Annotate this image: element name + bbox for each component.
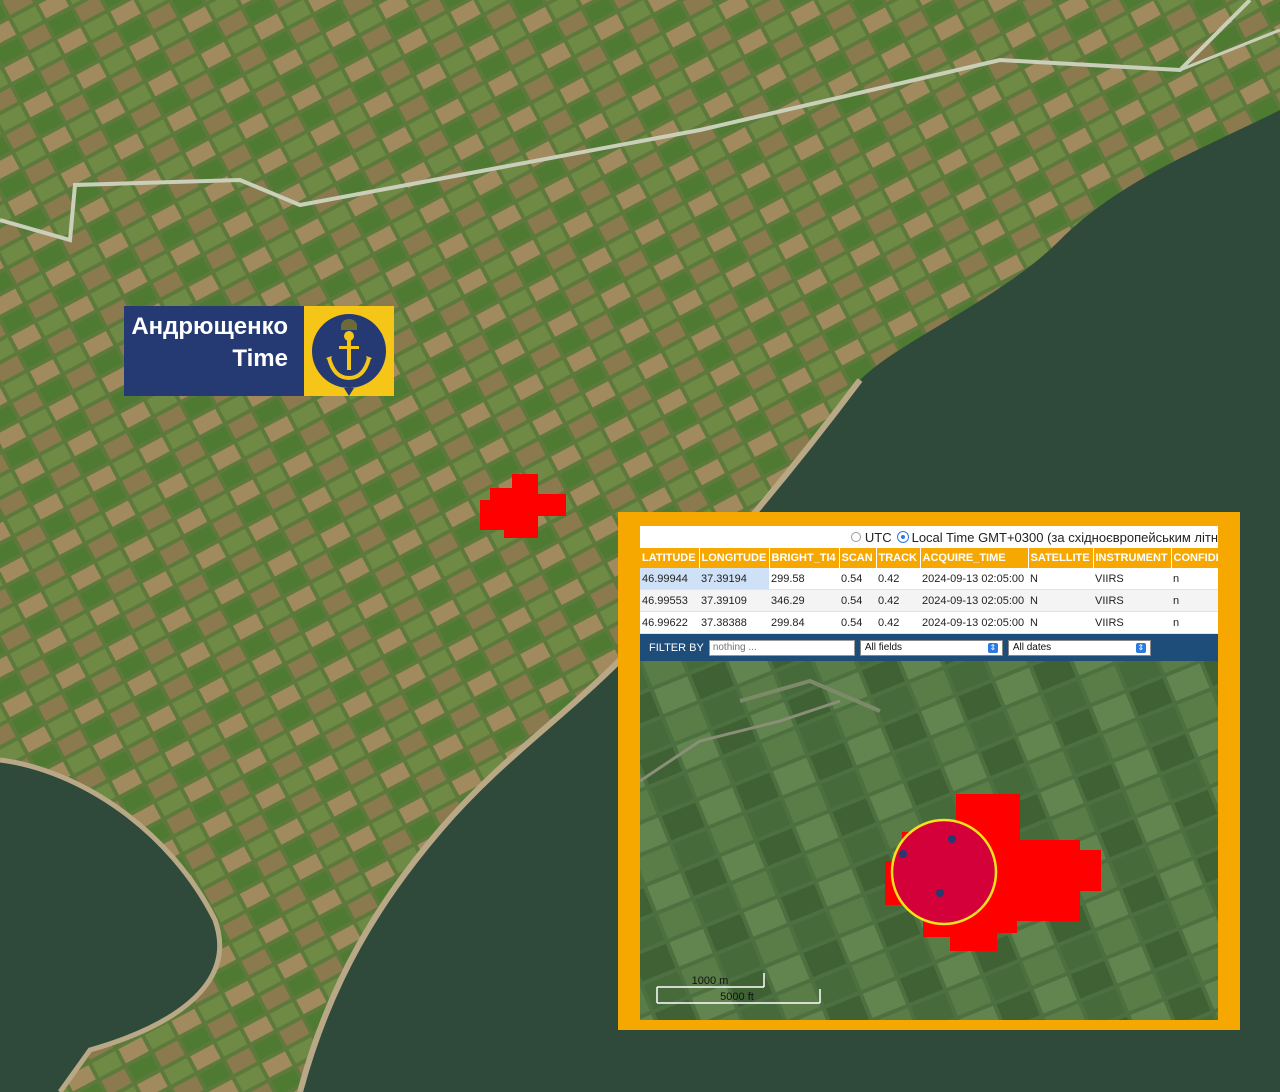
- table-cell: N: [1028, 611, 1093, 634]
- table-cell: n: [1171, 568, 1218, 590]
- anchor-helmet-icon: [304, 306, 394, 396]
- table-row[interactable]: 46.99944 37.39194 299.58 0.54 0.42 2024-…: [640, 568, 1218, 590]
- column-header[interactable]: TRACK: [876, 548, 921, 568]
- table-cell: 0.54: [839, 589, 876, 612]
- column-header[interactable]: INSTRUMENT: [1093, 548, 1172, 568]
- table-cell: n: [1171, 589, 1218, 612]
- table-cell: N: [1028, 589, 1093, 612]
- filter-input[interactable]: [708, 639, 855, 656]
- table-cell: VIIRS: [1093, 589, 1171, 612]
- table-cell: N: [1028, 568, 1093, 590]
- fields-select[interactable]: All fields ⇕: [859, 639, 1003, 656]
- dates-select[interactable]: All dates ⇕: [1007, 639, 1151, 656]
- fire-point: [948, 835, 956, 843]
- utc-radio[interactable]: [850, 532, 861, 542]
- table-cell: VIIRS: [1093, 611, 1171, 634]
- utc-label: UTC: [864, 529, 892, 545]
- table-cell: 37.38388: [699, 611, 769, 634]
- table-cell: 0.42: [876, 568, 920, 590]
- table-row[interactable]: 46.99553 37.39109 346.29 0.54 0.42 2024-…: [640, 589, 1218, 612]
- inset-satellite-map[interactable]: 1000 m 5000 ft: [640, 661, 1218, 1020]
- column-header[interactable]: CONFIDE: [1171, 548, 1218, 568]
- fields-select-value: All fields: [864, 642, 903, 653]
- brand-line-2: Time: [232, 345, 288, 372]
- table-cell: VIIRS: [1093, 568, 1171, 590]
- table-cell: 2024-09-13 02:05:00: [920, 611, 1028, 634]
- table-cell: n: [1171, 611, 1218, 634]
- scale-imperial: 5000 ft: [720, 991, 754, 1003]
- brand-line-1: Андрющенко: [131, 313, 288, 340]
- table-cell: 37.39109: [699, 589, 769, 612]
- table-cell: 46.99622: [640, 611, 699, 634]
- table-cell: 0.54: [839, 568, 876, 590]
- fire-point: [936, 889, 944, 897]
- table-cell: 0.42: [876, 611, 920, 634]
- table-cell: 346.29: [769, 589, 839, 612]
- select-arrows-icon: ⇕: [1135, 642, 1146, 653]
- column-header[interactable]: SCAN: [839, 548, 877, 568]
- table-cell: 46.99944: [640, 568, 699, 590]
- column-header[interactable]: LONGITUDE: [699, 548, 770, 568]
- firms-inset-panel: UTC Local Time GMT+0300 (за східноєвропе…: [618, 512, 1240, 1030]
- scale-metric: 1000 m: [692, 975, 729, 987]
- column-header[interactable]: ACQUIRE_TIME: [920, 548, 1029, 568]
- table-cell: 46.99553: [640, 589, 699, 612]
- table-cell: 37.39194: [699, 568, 769, 590]
- table-cell: 2024-09-13 02:05:00: [920, 589, 1028, 612]
- table-cell: 0.54: [839, 611, 876, 634]
- select-arrows-icon: ⇕: [987, 642, 998, 653]
- table-cell: 0.42: [876, 589, 920, 612]
- dates-select-value: All dates: [1012, 642, 1052, 653]
- local-time-radio[interactable]: [897, 532, 908, 542]
- brand-badge: Андрющенко Time: [124, 306, 394, 396]
- filter-label: FILTER BY: [649, 641, 704, 654]
- fire-point: [899, 850, 907, 858]
- table-row[interactable]: 46.99622 37.38388 299.84 0.54 0.42 2024-…: [640, 611, 1218, 634]
- table-header-row: LATITUDE LONGITUDE BRIGHT_TI4 SCAN TRACK…: [640, 548, 1218, 568]
- column-header[interactable]: SATELLITE: [1028, 548, 1094, 568]
- column-header[interactable]: BRIGHT_TI4: [769, 548, 840, 568]
- brand-name: Андрющенко Time: [124, 306, 304, 396]
- fire-data-table: LATITUDE LONGITUDE BRIGHT_TI4 SCAN TRACK…: [640, 548, 1218, 634]
- table-cell: 299.84: [769, 611, 839, 634]
- timezone-selector: UTC Local Time GMT+0300 (за східноєвропе…: [640, 526, 1218, 548]
- column-header[interactable]: LATITUDE: [640, 548, 700, 568]
- firms-inset-content: UTC Local Time GMT+0300 (за східноєвропе…: [640, 526, 1218, 1020]
- filter-bar: FILTER BY All fields ⇕ All dates ⇕: [640, 634, 1218, 661]
- table-cell: 299.58: [769, 568, 839, 590]
- table-cell: 2024-09-13 02:05:00: [920, 568, 1028, 590]
- local-time-label: Local Time GMT+0300 (за східноєвропейськ…: [911, 529, 1218, 545]
